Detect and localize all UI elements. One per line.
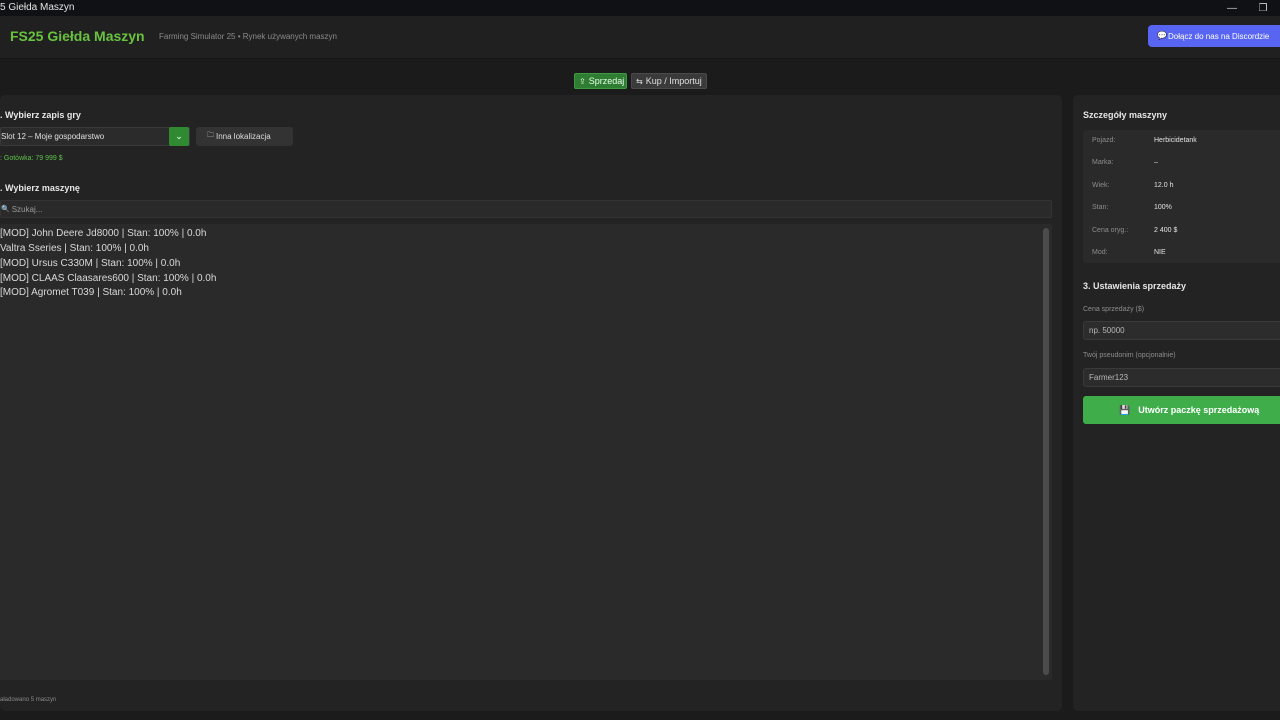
restore-button[interactable]: ❐ bbox=[1249, 0, 1277, 16]
loaded-status: aładowano 5 maszyn bbox=[0, 697, 57, 703]
detail-value-orig-price: 2 400 $ bbox=[1154, 227, 1178, 234]
detail-label-age: Wiek: bbox=[1092, 182, 1110, 189]
section-save-title: . Wybierz zapis gry bbox=[0, 110, 81, 120]
save-slot-value: Slot 12 – Moje gospodarstwo bbox=[1, 132, 105, 141]
tab-sell[interactable]: ⇪ Sprzedaj bbox=[574, 73, 627, 89]
discord-button-label: Dołącz do nas na Discordzie bbox=[1168, 31, 1270, 41]
detail-label-mod: Mod: bbox=[1092, 249, 1108, 256]
detail-value-vehicle: Herbicidetank bbox=[1154, 137, 1197, 144]
create-sale-package-button[interactable]: 💾 Utwórz paczkę sprzedażową bbox=[1083, 396, 1280, 424]
save-slot-select[interactable]: Slot 12 – Moje gospodarstwo ⌄ bbox=[0, 127, 190, 146]
create-sale-package-label: Utwórz paczkę sprzedażową bbox=[1138, 405, 1260, 415]
details-box bbox=[1083, 130, 1280, 263]
nickname-placeholder: Farmer123 bbox=[1089, 373, 1129, 382]
minimize-button[interactable]: — bbox=[1218, 0, 1246, 16]
nickname-label: Twój pseudonim (opcjonalnie) bbox=[1083, 352, 1176, 359]
cash-balance: : Gotówka: 79 999 $ bbox=[0, 155, 63, 162]
sale-price-input[interactable]: np. 50000 bbox=[1083, 321, 1280, 340]
section-machine-title: . Wybierz maszynę bbox=[0, 183, 80, 193]
other-location-button[interactable]: 🗀 Inna lokalizacja bbox=[196, 127, 293, 146]
tab-buy-import[interactable]: ⇆ Kup / Importuj bbox=[631, 73, 707, 89]
app-brand: FS25 Giełda Maszyn bbox=[10, 28, 145, 44]
save-icon: 💾 bbox=[1119, 404, 1131, 415]
discord-button[interactable]: 💬 Dołącz do nas na Discordzie bbox=[1148, 25, 1280, 47]
list-item[interactable]: [MOD] John Deere Jd8000 | Stan: 100% | 0… bbox=[0, 228, 206, 239]
app-header: FS25 Giełda Maszyn Farming Simulator 25 … bbox=[0, 16, 1280, 59]
detail-label-orig-price: Cena oryg.: bbox=[1092, 227, 1129, 234]
detail-value-mod: NIE bbox=[1154, 249, 1166, 256]
exchange-icon: ⇆ bbox=[636, 76, 643, 86]
app-subtitle: Farming Simulator 25 • Rynek używanych m… bbox=[159, 32, 337, 41]
machine-search-input[interactable]: 🔍 Szukaj... bbox=[0, 200, 1052, 218]
list-scrollbar[interactable] bbox=[1043, 228, 1049, 675]
folder-icon: 🗀 bbox=[207, 132, 214, 139]
detail-value-age: 12.0 h bbox=[1154, 182, 1174, 189]
chat-icon: 💬 bbox=[1157, 31, 1167, 40]
sale-price-placeholder: np. 50000 bbox=[1089, 326, 1125, 335]
upload-icon: ⇪ bbox=[579, 76, 586, 86]
nickname-input[interactable]: Farmer123 bbox=[1083, 368, 1280, 387]
machine-list[interactable]: [MOD] John Deere Jd8000 | Stan: 100% | 0… bbox=[0, 224, 1052, 680]
detail-value-condition: 100% bbox=[1154, 204, 1172, 211]
sale-price-label: Cena sprzedaży ($) bbox=[1083, 306, 1145, 313]
tab-buy-import-label: Kup / Importuj bbox=[645, 76, 702, 86]
detail-label-brand: Marka: bbox=[1092, 159, 1114, 166]
detail-label-condition: Stan: bbox=[1092, 204, 1109, 211]
search-placeholder: Szukaj... bbox=[11, 204, 43, 214]
sale-settings-title: 3. Ustawienia sprzedaży bbox=[1083, 281, 1187, 291]
chevron-down-icon[interactable]: ⌄ bbox=[169, 127, 189, 146]
list-item[interactable]: Valtra Sseries | Stan: 100% | 0.0h bbox=[0, 243, 149, 254]
window-titlebar: 5 Giełda Maszyn — ❐ bbox=[0, 0, 1280, 16]
search-icon: 🔍 bbox=[1, 206, 10, 213]
list-item[interactable]: [MOD] CLAAS Claasares600 | Stan: 100% | … bbox=[0, 273, 216, 284]
detail-value-brand: – bbox=[1154, 159, 1158, 166]
list-item[interactable]: [MOD] Ursus C330M | Stan: 100% | 0.0h bbox=[0, 258, 180, 269]
window-title: 5 Giełda Maszyn bbox=[0, 2, 75, 13]
other-location-label: Inna lokalizacja bbox=[216, 132, 271, 141]
details-title: Szczegóły maszyny bbox=[1083, 110, 1168, 120]
tab-sell-label: Sprzedaj bbox=[588, 76, 625, 86]
detail-label-vehicle: Pojazd: bbox=[1092, 137, 1116, 144]
list-item[interactable]: [MOD] Agromet T039 | Stan: 100% | 0.0h bbox=[0, 287, 182, 298]
